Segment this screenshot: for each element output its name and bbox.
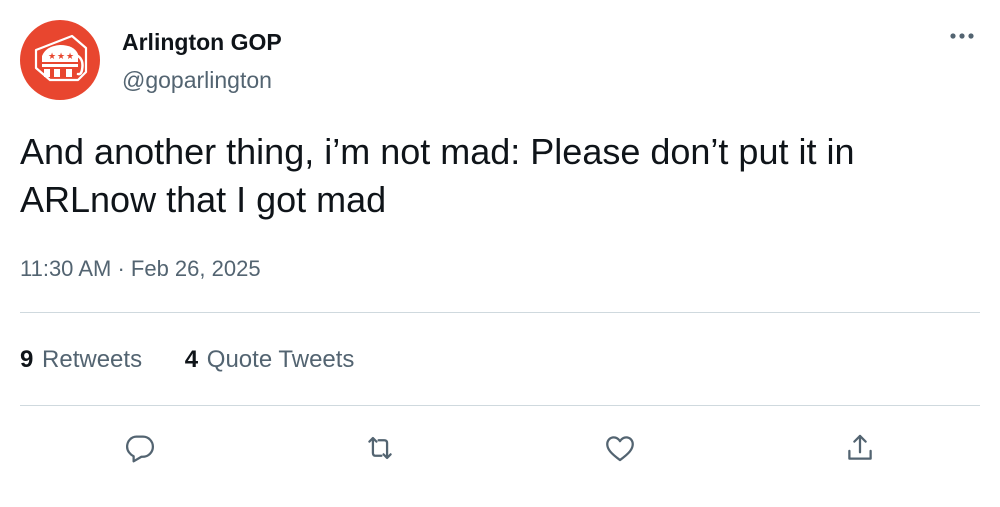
account-handle[interactable]: @goparlington (122, 67, 272, 94)
quote-tweets-count: 4 (184, 346, 199, 373)
heart-icon (606, 436, 634, 462)
tweet-text: And another thing, i’m not mad: Please d… (20, 131, 855, 220)
svg-text:★: ★ (66, 52, 74, 62)
divider (20, 405, 980, 406)
avatar[interactable]: ★ ★ ★ (20, 20, 100, 100)
svg-text:★: ★ (48, 52, 56, 62)
tweet-date[interactable]: Feb 26, 2025 (131, 256, 261, 281)
display-name[interactable]: Arlington GOP (122, 29, 282, 56)
like-button[interactable] (598, 426, 642, 470)
reply-button[interactable] (118, 426, 162, 470)
engagement-stats: 9 Retweets 4 Quote Tweets (20, 346, 390, 374)
retweets-stat[interactable]: 9 Retweets (20, 346, 142, 374)
retweet-button[interactable] (358, 426, 402, 470)
retweet-icon (368, 436, 392, 460)
retweets-label: Retweets (42, 346, 143, 373)
svg-text:★: ★ (57, 52, 65, 62)
share-button[interactable] (838, 426, 882, 470)
quote-tweets-stat[interactable]: 4 Quote Tweets (185, 346, 355, 374)
retweets-count: 9 (20, 346, 34, 373)
gop-elephant-logo-icon: ★ ★ ★ (34, 34, 88, 82)
action-bar (0, 426, 1000, 470)
timestamp-separator: · (117, 256, 125, 281)
quote-tweets-label: Quote Tweets (206, 346, 355, 373)
reply-bubble-icon (125, 435, 155, 463)
tweet-time[interactable]: 11:30 AM (20, 256, 111, 281)
divider (20, 312, 980, 313)
share-icon (848, 434, 872, 460)
tweet-timestamp: 11:30 AM · Feb 26, 2025 (20, 256, 261, 282)
more-options-button[interactable] (944, 24, 980, 48)
more-dots-icon (950, 33, 974, 39)
